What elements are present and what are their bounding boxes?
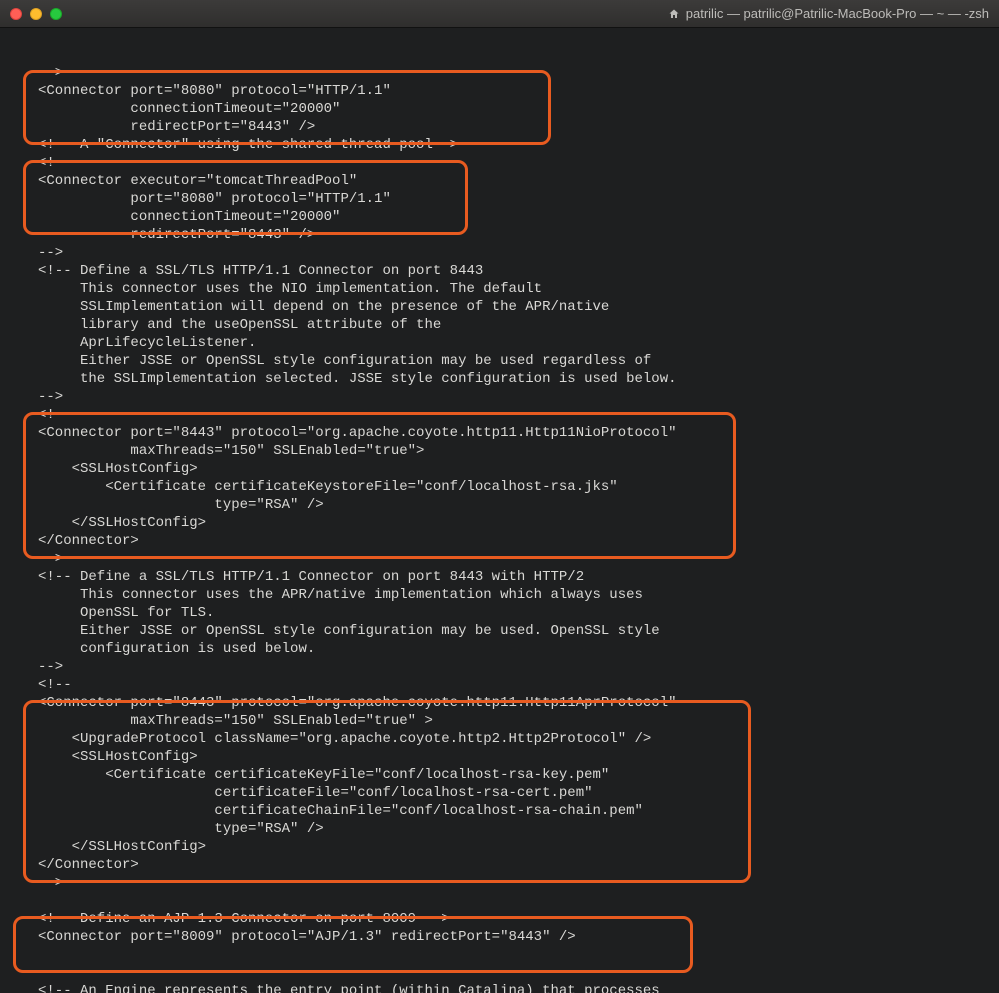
code-line: AprLifecycleListener. bbox=[0, 334, 999, 352]
code-line: maxThreads="150" SSLEnabled="true" > bbox=[0, 712, 999, 730]
code-line: --> bbox=[0, 874, 999, 892]
code-line: --> bbox=[0, 550, 999, 568]
minimize-icon[interactable] bbox=[30, 8, 42, 20]
code-line: <!-- Define a SSL/TLS HTTP/1.1 Connector… bbox=[0, 262, 999, 280]
code-line: the SSLImplementation selected. JSSE sty… bbox=[0, 370, 999, 388]
code-line: <!-- An Engine represents the entry poin… bbox=[0, 982, 999, 993]
code-line: <!-- bbox=[0, 676, 999, 694]
code-line: --> bbox=[0, 388, 999, 406]
code-line: Either JSSE or OpenSSL style configurati… bbox=[0, 622, 999, 640]
code-line: type="RSA" /> bbox=[0, 496, 999, 514]
code-line: <SSLHostConfig> bbox=[0, 460, 999, 478]
window-controls bbox=[10, 8, 62, 20]
code-line: --> bbox=[0, 658, 999, 676]
home-icon bbox=[668, 8, 680, 20]
code-line bbox=[0, 964, 999, 982]
code-line: This connector uses the NIO implementati… bbox=[0, 280, 999, 298]
code-line: </SSLHostConfig> bbox=[0, 514, 999, 532]
code-line: certificateFile="conf/localhost-rsa-cert… bbox=[0, 784, 999, 802]
close-icon[interactable] bbox=[10, 8, 22, 20]
code-line: <!-- Define an AJP 1.3 Connector on port… bbox=[0, 910, 999, 928]
code-line: redirectPort="8443" /> bbox=[0, 118, 999, 136]
code-line: library and the useOpenSSL attribute of … bbox=[0, 316, 999, 334]
code-line: <Connector port="8009" protocol="AJP/1.3… bbox=[0, 928, 999, 946]
code-line: port="8080" protocol="HTTP/1.1" bbox=[0, 190, 999, 208]
code-line: type="RSA" /> bbox=[0, 820, 999, 838]
terminal-content[interactable]: --><Connector port="8080" protocol="HTTP… bbox=[0, 28, 999, 993]
code-line: <SSLHostConfig> bbox=[0, 748, 999, 766]
code-line: SSLImplementation will depend on the pre… bbox=[0, 298, 999, 316]
code-line: <!-- A "Connector" using the shared thre… bbox=[0, 136, 999, 154]
code-line: </Connector> bbox=[0, 532, 999, 550]
code-line: <!-- Define a SSL/TLS HTTP/1.1 Connector… bbox=[0, 568, 999, 586]
code-line: maxThreads="150" SSLEnabled="true"> bbox=[0, 442, 999, 460]
window-title: patrilic — patrilic@Patrilic-MacBook-Pro… bbox=[668, 6, 989, 21]
code-line: Either JSSE or OpenSSL style configurati… bbox=[0, 352, 999, 370]
code-line: connectionTimeout="20000" bbox=[0, 208, 999, 226]
code-line bbox=[0, 892, 999, 910]
code-line: <Certificate certificateKeyFile="conf/lo… bbox=[0, 766, 999, 784]
code-line: <Certificate certificateKeystoreFile="co… bbox=[0, 478, 999, 496]
window-title-text: patrilic — patrilic@Patrilic-MacBook-Pro… bbox=[686, 6, 989, 21]
code-line: <UpgradeProtocol className="org.apache.c… bbox=[0, 730, 999, 748]
code-line: <Connector port="8443" protocol="org.apa… bbox=[0, 424, 999, 442]
code-line: --> bbox=[0, 244, 999, 262]
titlebar: patrilic — patrilic@Patrilic-MacBook-Pro… bbox=[0, 0, 999, 28]
code-line: <Connector executor="tomcatThreadPool" bbox=[0, 172, 999, 190]
code-line bbox=[0, 946, 999, 964]
code-line: </Connector> bbox=[0, 856, 999, 874]
code-line: <Connector port="8443" protocol="org.apa… bbox=[0, 694, 999, 712]
code-line: connectionTimeout="20000" bbox=[0, 100, 999, 118]
code-line: This connector uses the APR/native imple… bbox=[0, 586, 999, 604]
zoom-icon[interactable] bbox=[50, 8, 62, 20]
code-line: --> bbox=[0, 64, 999, 82]
code-line: certificateChainFile="conf/localhost-rsa… bbox=[0, 802, 999, 820]
code-line: </SSLHostConfig> bbox=[0, 838, 999, 856]
code-line: OpenSSL for TLS. bbox=[0, 604, 999, 622]
code-line: <!-- bbox=[0, 154, 999, 172]
code-line: configuration is used below. bbox=[0, 640, 999, 658]
code-line: redirectPort="8443" /> bbox=[0, 226, 999, 244]
code-line: <Connector port="8080" protocol="HTTP/1.… bbox=[0, 82, 999, 100]
code-line: <! bbox=[0, 406, 999, 424]
